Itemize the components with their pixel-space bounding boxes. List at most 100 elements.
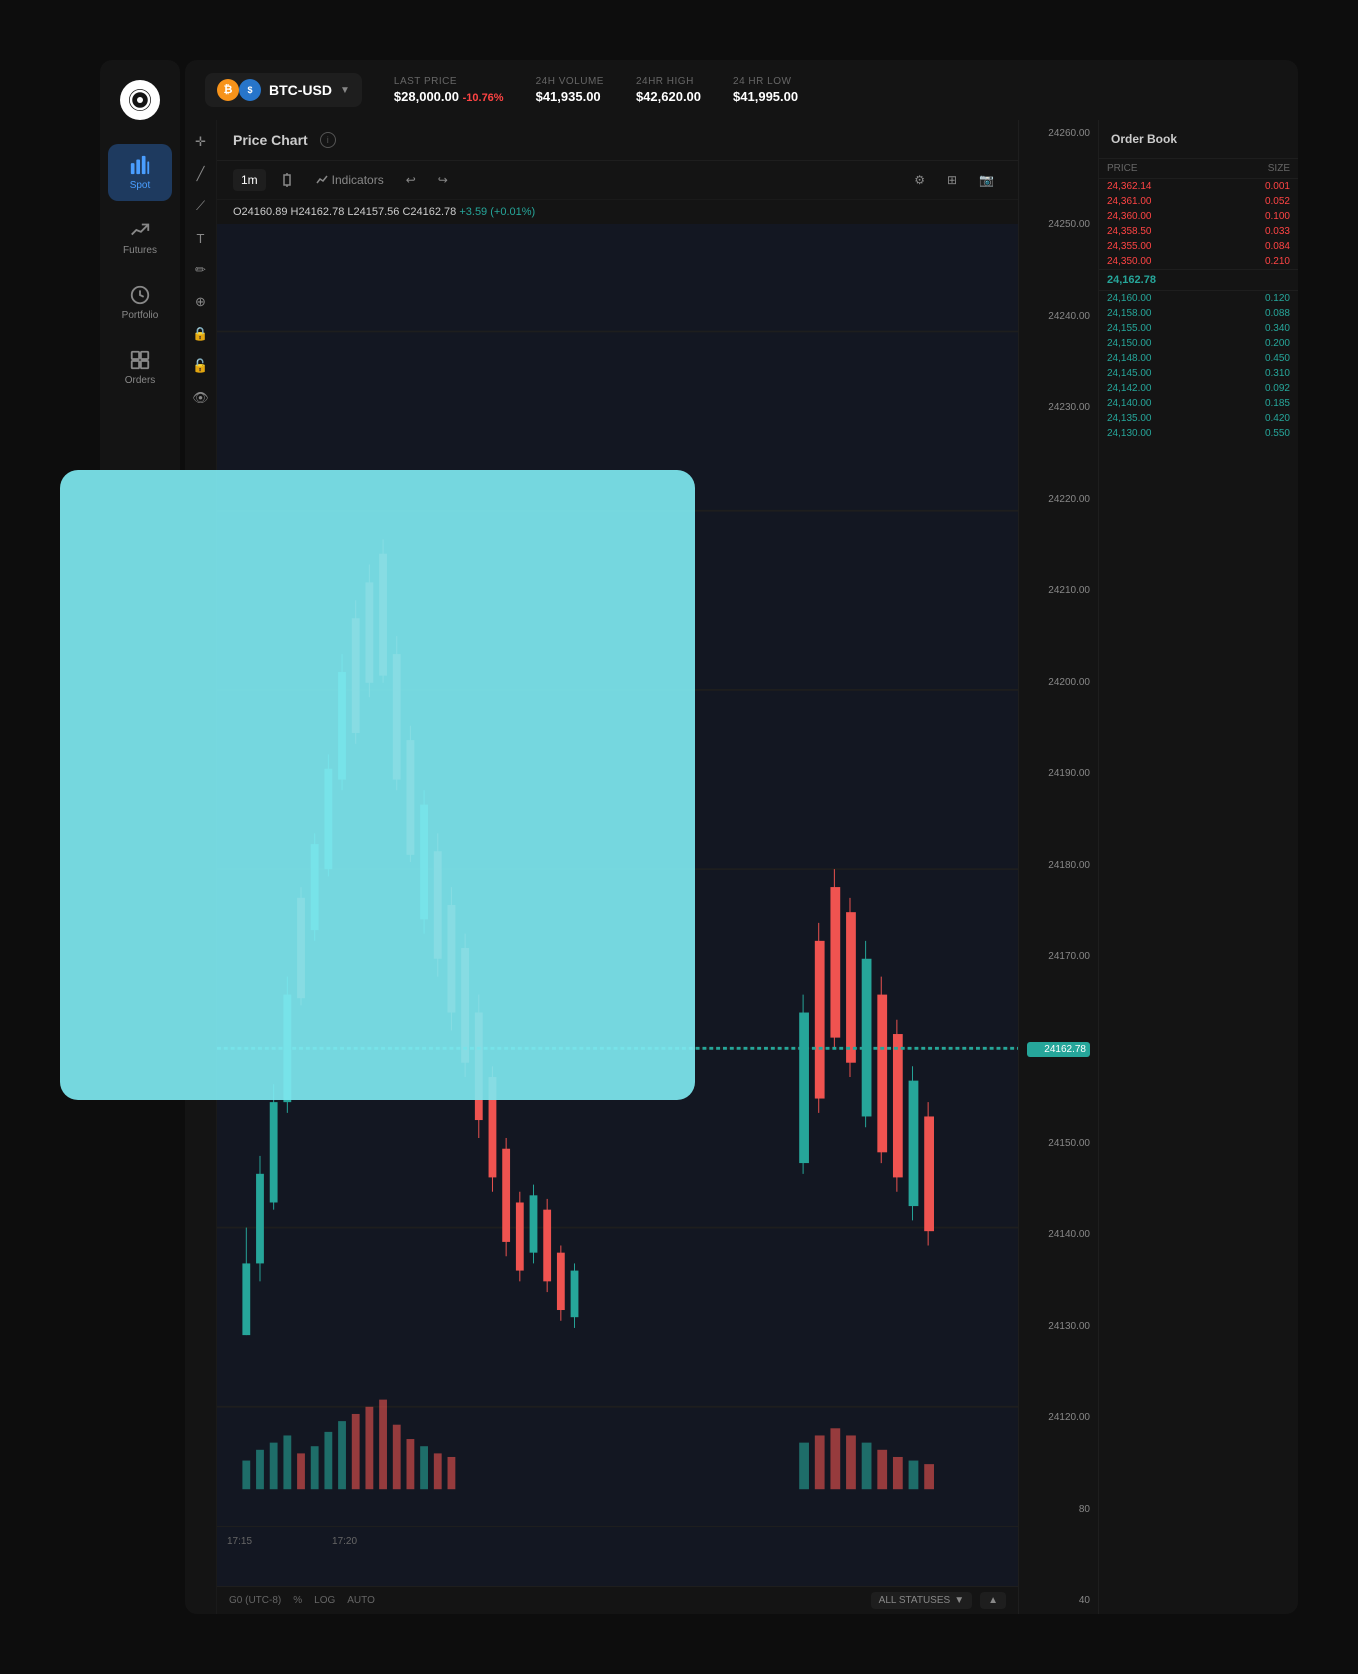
price-level-5: 24210.00 xyxy=(1027,585,1090,596)
eye-tool[interactable]: 👁 xyxy=(187,384,215,412)
low-value: $41,995.00 xyxy=(733,89,798,104)
sidebar-item-orders[interactable]: Orders xyxy=(108,339,172,396)
crosshair-tool[interactable]: ✛ xyxy=(187,128,215,156)
time-axis: 17:15 17:20 xyxy=(217,1526,1018,1556)
order-book-ask-2: 24,361.000.052 xyxy=(1099,194,1298,209)
lock2-tool[interactable]: 🔓 xyxy=(187,352,215,380)
timezone-label: G0 (UTC-8) xyxy=(229,1595,281,1606)
collapse-button[interactable]: ▲ xyxy=(980,1592,1006,1609)
price-level-1: 24250.00 xyxy=(1027,219,1090,230)
spread-row: 24,162.78 xyxy=(1099,269,1298,291)
order-book-bid-8: 24,140.000.185 xyxy=(1099,396,1298,411)
chart-toolbar: 1m Indicators ↩ ↪ ⚙ xyxy=(217,161,1018,200)
price-level-11: 24140.00 xyxy=(1027,1229,1090,1240)
indicators-button[interactable]: Indicators xyxy=(308,169,392,191)
sidebar-item-orders-label: Orders xyxy=(125,375,156,386)
app-logo xyxy=(120,80,160,120)
undo-button[interactable]: ↩ xyxy=(398,169,424,191)
ohlc-high: H24162.78 xyxy=(291,206,345,218)
order-book-bid-9: 24,135.000.420 xyxy=(1099,411,1298,426)
cyan-overlay-panel xyxy=(60,470,695,1100)
price-scale: 24260.00 24250.00 24240.00 24230.00 2422… xyxy=(1018,120,1098,1614)
order-book-ask-5: 24,355.000.084 xyxy=(1099,239,1298,254)
timeframe-1m-button[interactable]: 1m xyxy=(233,169,266,191)
chart-title: Price Chart xyxy=(233,132,308,148)
order-book-col-headers: PRICE SIZE xyxy=(1099,159,1298,179)
lock-tool[interactable]: 🔒 xyxy=(187,320,215,348)
portfolio-icon xyxy=(129,284,151,306)
ohlc-open: O24160.89 xyxy=(233,206,287,218)
high-value: $42,620.00 xyxy=(636,89,701,104)
order-book-bid-3: 24,155.000.340 xyxy=(1099,321,1298,336)
chevron-down-icon: ▼ xyxy=(954,1595,964,1606)
toolbar-right: ⚙ ⊞ 📷 xyxy=(906,169,1002,191)
auto-label: AUTO xyxy=(347,1595,375,1606)
zoom-tool[interactable]: ⊕ xyxy=(187,288,215,316)
volume-stat: 24H VOLUME $41,935.00 xyxy=(536,76,604,104)
sidebar-item-spot[interactable]: Spot xyxy=(108,144,172,201)
app-container: Spot Futures Portfolio xyxy=(0,0,1358,1674)
btc-icon: ₿ xyxy=(217,79,239,101)
time-label-2: 17:20 xyxy=(332,1536,357,1547)
order-book-bid-1: 24,160.000.120 xyxy=(1099,291,1298,306)
order-book: Order Book PRICE SIZE 24,362.140.001 24,… xyxy=(1098,120,1298,1614)
line-tool[interactable]: ╱ xyxy=(187,160,215,188)
order-book-bid-2: 24,158.000.088 xyxy=(1099,306,1298,321)
low-stat: 24 HR LOW $41,995.00 xyxy=(733,76,798,104)
screenshot-button[interactable]: 📷 xyxy=(971,169,1002,191)
last-price-label: LAST PRICE xyxy=(394,76,504,87)
price-level-2: 24240.00 xyxy=(1027,311,1090,322)
ohlc-low: L24157.56 xyxy=(347,206,399,218)
last-price-stat: LAST PRICE $28,000.00 -10.76% xyxy=(394,76,504,104)
percent-label: % xyxy=(293,1595,302,1606)
pencil-tool[interactable]: ✏ xyxy=(187,256,215,284)
price-level-0: 24260.00 xyxy=(1027,128,1090,139)
volume-label: 24H VOLUME xyxy=(536,76,604,87)
ohlc-change: +3.59 (+0.01%) xyxy=(459,206,535,218)
redo-button[interactable]: ↪ xyxy=(430,169,456,191)
ohlc-bar: O24160.89 H24162.78 L24157.56 C24162.78 … xyxy=(217,200,1018,224)
all-statuses-button[interactable]: ALL STATUSES ▼ xyxy=(871,1592,972,1609)
price-level-8: 24180.00 xyxy=(1027,860,1090,871)
last-price-change: -10.76% xyxy=(463,92,504,104)
ohlc-close: C24162.78 xyxy=(402,206,456,218)
current-price-badge: 24162.78 xyxy=(1027,1042,1090,1057)
sidebar-item-futures[interactable]: Futures xyxy=(108,209,172,266)
price-level-4: 24220.00 xyxy=(1027,494,1090,505)
log-label: LOG xyxy=(314,1595,335,1606)
sidebar-item-portfolio[interactable]: Portfolio xyxy=(108,274,172,331)
chart-info-icon[interactable]: i xyxy=(320,132,336,148)
order-book-bid-10: 24,130.000.550 xyxy=(1099,426,1298,441)
price-level-14: 80 xyxy=(1027,1504,1090,1515)
candle-type-button[interactable] xyxy=(272,169,302,191)
pair-label: BTC-USD xyxy=(269,82,332,98)
order-book-ask-3: 24,360.000.100 xyxy=(1099,209,1298,224)
price-level-15: 40 xyxy=(1027,1595,1090,1606)
order-book-bid-5: 24,148.000.450 xyxy=(1099,351,1298,366)
angled-line-tool[interactable]: ⟋ xyxy=(187,192,215,220)
order-book-bid-4: 24,150.000.200 xyxy=(1099,336,1298,351)
chart-header: Price Chart i xyxy=(217,120,1018,161)
layout-button[interactable]: ⊞ xyxy=(939,169,965,191)
price-level-10: 24150.00 xyxy=(1027,1138,1090,1149)
order-book-bid-7: 24,142.000.092 xyxy=(1099,381,1298,396)
sidebar-item-futures-label: Futures xyxy=(123,245,157,256)
price-level-12: 24130.00 xyxy=(1027,1321,1090,1332)
price-level-7: 24190.00 xyxy=(1027,768,1090,779)
sidebar-item-spot-label: Spot xyxy=(130,180,151,191)
price-level-3: 24230.00 xyxy=(1027,402,1090,413)
price-level-6: 24200.00 xyxy=(1027,677,1090,688)
chart-bar-icon xyxy=(129,154,151,176)
order-book-ask-4: 24,358.500.033 xyxy=(1099,224,1298,239)
settings-button[interactable]: ⚙ xyxy=(906,169,933,191)
time-label-1: 17:15 xyxy=(227,1536,252,1547)
high-label: 24HR HIGH xyxy=(636,76,701,87)
orders-icon xyxy=(129,349,151,371)
order-book-header: Order Book xyxy=(1099,120,1298,159)
chart-bottom-bar: G0 (UTC-8) % LOG AUTO ALL STATUSES ▼ ▲ xyxy=(217,1586,1018,1614)
order-book-ask-1: 24,362.140.001 xyxy=(1099,179,1298,194)
topbar: ₿ $ BTC-USD ▼ LAST PRICE $28,000.00 -10.… xyxy=(185,60,1298,120)
price-level-9: 24170.00 xyxy=(1027,951,1090,962)
text-tool[interactable]: T xyxy=(187,224,215,252)
pair-selector[interactable]: ₿ $ BTC-USD ▼ xyxy=(205,73,362,107)
